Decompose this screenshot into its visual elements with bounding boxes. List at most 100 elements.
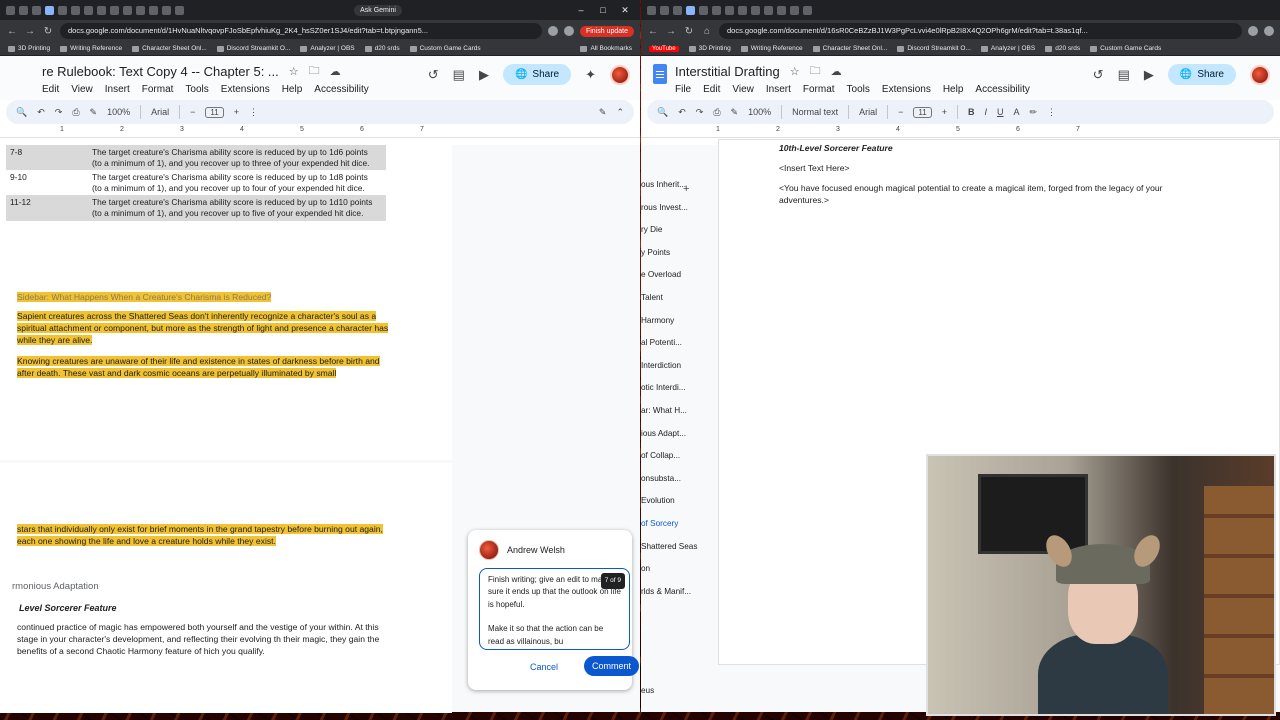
bookmark-item[interactable]: Custom Game Cards <box>409 45 481 52</box>
finish-update-button[interactable]: Finish update <box>579 25 634 37</box>
menu-item[interactable]: Tools <box>847 84 870 95</box>
font-size-field[interactable]: 11 <box>205 106 224 118</box>
bookmark-item[interactable]: Analyzer | OBS <box>300 45 355 52</box>
undo-icon[interactable]: ↶ <box>678 107 686 118</box>
decrease-font-icon[interactable]: − <box>190 107 195 117</box>
menu-item[interactable]: Extensions <box>221 84 270 95</box>
bookmark-item[interactable]: d20 srds <box>364 45 400 52</box>
browser-tab[interactable] <box>175 5 184 15</box>
ask-gemini-button[interactable]: Ask Gemini <box>354 4 402 16</box>
browser-tab[interactable] <box>84 5 93 15</box>
browser-tab[interactable] <box>149 5 158 15</box>
outline-item[interactable]: rlds & Manif... <box>641 587 716 610</box>
browser-tab-active[interactable] <box>686 5 695 15</box>
url-field[interactable]: docs.google.com/document/d/16sR0CeBZzBJ1… <box>719 23 1242 39</box>
menu-item[interactable]: Edit <box>42 84 59 95</box>
extension-icon[interactable] <box>1264 26 1274 36</box>
outline-item[interactable]: y Points <box>641 248 716 271</box>
outline-item[interactable]: ry Die <box>641 225 716 248</box>
outline-item[interactable]: of Collap... <box>641 451 716 474</box>
bookmark-item[interactable]: Discord Streamkit O... <box>216 45 290 52</box>
menu-item[interactable]: Format <box>803 84 835 95</box>
back-icon[interactable]: ← <box>647 26 659 37</box>
move-folder-icon[interactable]: 🗀 <box>810 62 821 81</box>
outline-item[interactable]: Shattered Seas <box>641 542 716 565</box>
browser-tab[interactable] <box>162 5 171 15</box>
bookmark-item[interactable]: Writing Reference <box>740 45 803 52</box>
style-select[interactable]: Normal text <box>792 107 838 117</box>
zoom-select[interactable]: 100% <box>748 107 771 117</box>
gemini-icon[interactable]: ✦ <box>585 67 596 83</box>
browser-tab[interactable] <box>764 5 773 15</box>
browser-tab[interactable] <box>790 5 799 15</box>
browser-tab[interactable] <box>777 5 786 15</box>
bold-icon[interactable]: B <box>968 107 975 117</box>
paint-format-icon[interactable]: ✎ <box>90 107 98 118</box>
decrease-font-icon[interactable]: − <box>898 107 903 117</box>
outline-item[interactable]: ar: What H... <box>641 406 716 429</box>
outline-item[interactable]: otic Interdi... <box>641 383 716 406</box>
menu-item[interactable]: Insert <box>105 84 130 95</box>
print-icon[interactable]: ⎙ <box>72 107 79 118</box>
menu-item[interactable]: Accessibility <box>975 84 1029 95</box>
paint-format-icon[interactable]: ✎ <box>731 107 739 118</box>
menu-item[interactable]: Insert <box>766 84 791 95</box>
history-icon[interactable]: ↺ <box>1093 67 1104 83</box>
docs-logo-icon[interactable] <box>653 64 667 84</box>
forward-icon[interactable]: → <box>24 26 36 37</box>
bookmark-item[interactable]: d20 srds <box>1045 45 1080 52</box>
more-options-icon[interactable]: ⋮ <box>249 107 258 118</box>
browser-tab[interactable] <box>97 5 106 15</box>
browser-tab[interactable] <box>136 5 145 15</box>
undo-icon[interactable]: ↶ <box>37 107 45 118</box>
bookmark-item[interactable]: Discord Streamkit O... <box>897 45 971 52</box>
all-bookmarks-button[interactable]: All Bookmarks <box>580 45 632 52</box>
bookmark-item[interactable]: Character Sheet Onl... <box>812 45 887 52</box>
browser-tab-active[interactable] <box>45 5 54 15</box>
outline-item[interactable]: al Potenti... <box>641 338 716 361</box>
account-avatar[interactable] <box>1250 64 1270 85</box>
outline-item[interactable]: e Overload <box>641 270 716 293</box>
reload-icon[interactable]: ↻ <box>42 26 54 37</box>
close-icon[interactable]: ✕ <box>616 5 634 16</box>
forward-icon[interactable]: → <box>665 26 677 37</box>
browser-tab[interactable] <box>660 5 669 15</box>
bookmark-item[interactable]: Custom Game Cards <box>1090 45 1161 52</box>
text-color-icon[interactable]: A <box>1013 107 1019 117</box>
menu-item[interactable]: Help <box>943 84 964 95</box>
browser-tab[interactable] <box>32 5 41 15</box>
bookmark-item[interactable]: Character Sheet Onl... <box>132 45 207 52</box>
collapse-toolbar-icon[interactable]: ⌃ <box>616 107 624 118</box>
comment-button[interactable]: Comment <box>584 656 640 676</box>
outline-item[interactable]: rous Invest... <box>641 203 716 226</box>
outline-item[interactable]: Interdiction <box>641 361 716 384</box>
menu-item[interactable]: Help <box>282 84 303 95</box>
browser-tab[interactable] <box>110 5 119 15</box>
redo-icon[interactable]: ↷ <box>55 107 63 118</box>
home-icon[interactable]: ⌂ <box>701 26 713 37</box>
menu-item[interactable]: Tools <box>185 84 208 95</box>
browser-tab[interactable] <box>19 5 28 15</box>
italic-icon[interactable]: I <box>984 107 987 117</box>
outline-item[interactable]: Harmony <box>641 316 716 339</box>
outline-footer-item[interactable]: eus <box>641 686 654 695</box>
menu-item[interactable]: Format <box>142 84 174 95</box>
menu-item[interactable]: Extensions <box>882 84 931 95</box>
history-icon[interactable]: ↺ <box>428 67 439 83</box>
editing-mode-icon[interactable]: ✎ <box>599 107 607 118</box>
print-icon[interactable]: ⎙ <box>713 107 720 118</box>
move-folder-icon[interactable]: 🗀 <box>309 62 320 81</box>
browser-tab[interactable] <box>803 5 812 15</box>
star-icon[interactable]: ☆ <box>790 65 800 78</box>
account-avatar[interactable] <box>610 64 630 85</box>
search-icon[interactable]: 🔍 <box>657 107 668 118</box>
browser-tab[interactable] <box>647 5 656 15</box>
bookmark-item[interactable]: 3D Printing <box>688 45 731 52</box>
bookmark-item[interactable]: 3D Printing <box>8 45 50 52</box>
maximize-icon[interactable]: □ <box>594 5 612 15</box>
browser-tab[interactable] <box>738 5 747 15</box>
browser-tab[interactable] <box>123 5 132 15</box>
font-size-field[interactable]: 11 <box>913 106 932 118</box>
outline-item[interactable]: ious Adapt... <box>641 429 716 452</box>
menu-item[interactable]: View <box>71 84 93 95</box>
